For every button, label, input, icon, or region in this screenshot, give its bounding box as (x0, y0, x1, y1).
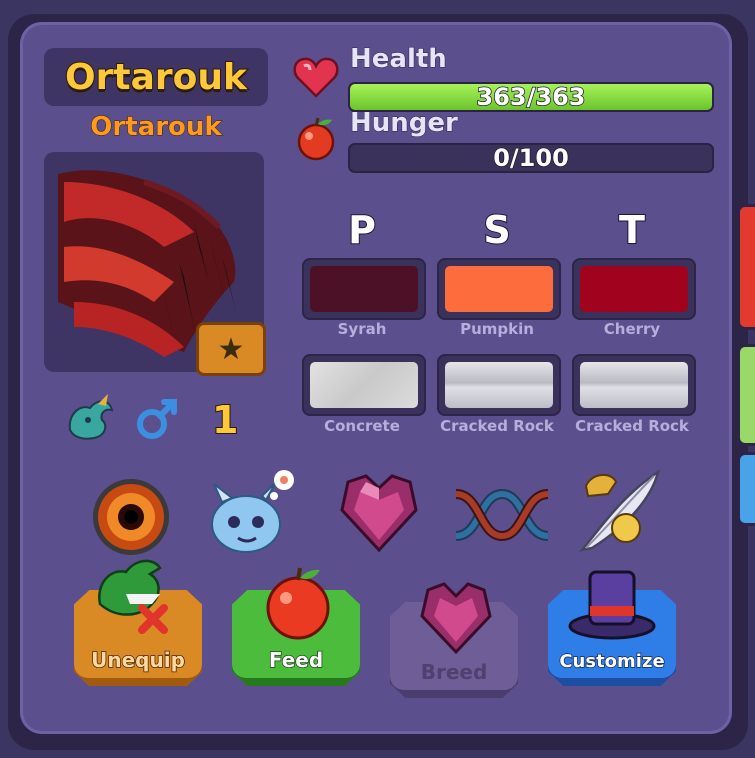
apple-icon (292, 114, 340, 162)
favorite-star-button[interactable]: ★ (196, 322, 266, 376)
heart-icon (292, 54, 340, 100)
dragon-species-icon (60, 390, 116, 446)
color-name-s: Pumpkin (460, 320, 534, 338)
material-swatch-cracked-rock-2 (580, 362, 688, 408)
eye-icon[interactable] (90, 476, 172, 558)
hunger-value: 0/100 (492, 144, 569, 172)
color-header-t: T (618, 207, 646, 253)
hunger-label: Hunger (350, 108, 459, 139)
material-slot-t[interactable] (572, 354, 696, 416)
dragon-remove-icon (98, 559, 168, 634)
material-name-t: Cracked Rock (575, 417, 689, 435)
color-slot-p[interactable] (302, 258, 426, 320)
heart-gem-icon[interactable] (334, 470, 424, 556)
material-slot-p[interactable] (302, 354, 426, 416)
baby-dragon-thinking-icon[interactable] (200, 466, 300, 558)
material-slot-s[interactable] (437, 354, 561, 416)
color-header-p: P (347, 207, 377, 253)
hunger-bar: 0/100 (348, 143, 714, 173)
health-label: Health (350, 44, 448, 75)
color-swatch-cherry (580, 266, 688, 312)
color-swatch-syrah (310, 266, 418, 312)
hunger-row: Hunger (350, 108, 459, 139)
heart-gem-breed-icon (420, 582, 492, 655)
material-swatch-concrete (310, 362, 418, 408)
top-hat-icon (568, 570, 656, 640)
feed-button[interactable]: Feed (232, 567, 360, 690)
color-name-p: Syrah (337, 320, 387, 338)
color-slot-s[interactable] (437, 258, 561, 320)
creature-species: Ortarouk (90, 112, 222, 143)
material-name-p: Concrete (324, 417, 400, 435)
color-swatch-pumpkin (445, 266, 553, 312)
side-tab-3[interactable] (737, 452, 755, 526)
customize-label: Customize (559, 650, 666, 673)
unequip-button[interactable]: Unequip (74, 559, 202, 690)
apple-feed-icon (266, 567, 330, 640)
color-header-s: S (482, 207, 511, 253)
creature-name: Ortarouk (64, 56, 248, 99)
breed-button[interactable]: Breed (390, 582, 518, 702)
feather-quill-icon[interactable] (572, 466, 664, 558)
material-swatch-cracked-rock (445, 362, 553, 408)
customize-button[interactable]: Customize (548, 570, 676, 690)
name-plate: Ortarouk (44, 48, 268, 106)
side-tab-1[interactable] (737, 204, 755, 330)
health-row: Health (350, 44, 448, 75)
color-slot-t[interactable] (572, 258, 696, 320)
star-icon: ★ (217, 331, 245, 367)
male-icon (132, 394, 182, 444)
unequip-label: Unequip (90, 647, 185, 673)
feed-label: Feed (268, 647, 324, 673)
dna-icon[interactable] (450, 480, 554, 550)
health-value: 363/363 (476, 83, 586, 111)
creature-level: 1 (211, 397, 239, 443)
material-name-s: Cracked Rock (440, 417, 554, 435)
breed-label: Breed (420, 660, 488, 684)
color-name-t: Cherry (603, 320, 661, 338)
side-tab-2[interactable] (737, 344, 755, 446)
